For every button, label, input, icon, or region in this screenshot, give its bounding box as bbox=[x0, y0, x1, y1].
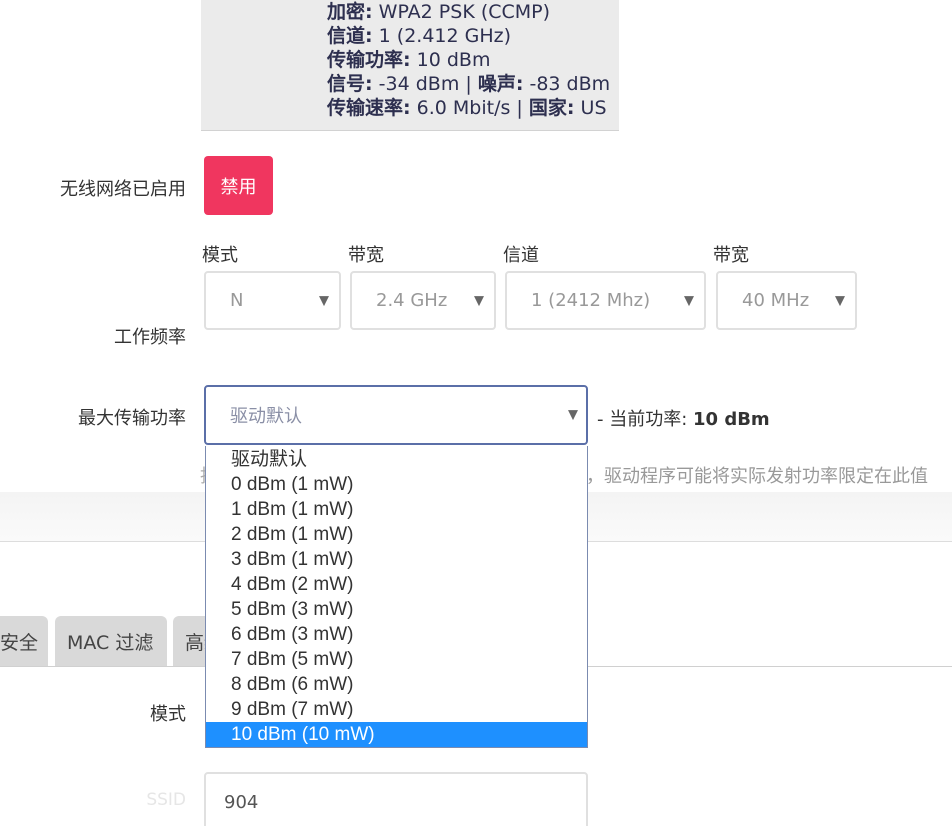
channel-select[interactable]: 1 (2412 Mhz) ▼ bbox=[505, 271, 706, 330]
chevron-down-icon: ▼ bbox=[474, 293, 484, 308]
interface-info-box: 加密: WPA2 PSK (CCMP) 信道: 1 (2.412 GHz) 传输… bbox=[201, 0, 619, 131]
max-tx-power-label: 最大传输功率 bbox=[78, 408, 186, 429]
ssid-input[interactable]: 904 bbox=[204, 772, 588, 826]
info-encryption: 加密: WPA2 PSK (CCMP) bbox=[327, 1, 551, 23]
width-select-value: 40 MHz bbox=[742, 290, 810, 311]
dropdown-option[interactable]: 4 dBm (2 mW) bbox=[206, 572, 587, 597]
tab-mac-filter[interactable]: MAC 过滤 bbox=[55, 616, 167, 666]
dropdown-option[interactable]: 驱动默认 bbox=[206, 447, 587, 472]
chevron-down-icon: ▼ bbox=[319, 293, 329, 308]
band-sublabel: 带宽 bbox=[348, 245, 384, 266]
info-tx-power: 传输功率: 10 dBm bbox=[327, 49, 491, 71]
dropdown-option[interactable]: 7 dBm (5 mW) bbox=[206, 647, 587, 672]
current-power-note: - 当前功率: 10 dBm bbox=[597, 409, 770, 430]
wireless-enabled-label: 无线网络已启用 bbox=[60, 179, 186, 200]
dropdown-option[interactable]: 1 dBm (1 mW) bbox=[206, 497, 587, 522]
channel-select-value: 1 (2412 Mhz) bbox=[531, 290, 651, 311]
dropdown-option[interactable]: 8 dBm (6 mW) bbox=[206, 672, 587, 697]
tx-power-select[interactable]: 驱动默认 ▼ bbox=[204, 385, 588, 445]
band-select[interactable]: 2.4 GHz ▼ bbox=[350, 271, 496, 330]
dropdown-option-highlighted[interactable]: 10 dBm (10 mW) bbox=[206, 722, 587, 747]
tx-power-description: ，驱动程序可能将实际发射功率限定在此值 bbox=[586, 466, 928, 487]
operating-frequency-label: 工作频率 bbox=[114, 327, 186, 348]
dropdown-option[interactable]: 3 dBm (1 mW) bbox=[206, 547, 587, 572]
tx-power-select-value: 驱动默认 bbox=[230, 406, 302, 427]
band-select-value: 2.4 GHz bbox=[376, 290, 448, 311]
info-signal-noise: 信号: -34 dBm | 噪声: -83 dBm bbox=[327, 73, 611, 95]
channel-sublabel: 信道 bbox=[503, 245, 539, 266]
width-select[interactable]: 40 MHz ▼ bbox=[716, 271, 857, 330]
dropdown-option[interactable]: 0 dBm (1 mW) bbox=[206, 472, 587, 497]
mode-select-value: N bbox=[230, 290, 244, 311]
dropdown-option[interactable]: 9 dBm (7 mW) bbox=[206, 697, 587, 722]
iface-mode-label: 模式 bbox=[150, 704, 186, 725]
tx-power-dropdown-list: 驱动默认 0 dBm (1 mW) 1 dBm (1 mW) 2 dBm (1 … bbox=[205, 446, 588, 748]
dropdown-option[interactable]: 5 dBm (3 mW) bbox=[206, 597, 587, 622]
chevron-down-icon: ▼ bbox=[684, 293, 694, 308]
ssid-label: SSID bbox=[146, 790, 186, 810]
tab-security[interactable]: 安全 bbox=[0, 616, 48, 666]
mode-select[interactable]: N ▼ bbox=[204, 271, 341, 330]
dropdown-option[interactable]: 2 dBm (1 mW) bbox=[206, 522, 587, 547]
chevron-down-icon: ▼ bbox=[835, 293, 845, 308]
width-sublabel: 带宽 bbox=[713, 245, 749, 266]
info-channel: 信道: 1 (2.412 GHz) bbox=[327, 25, 512, 47]
mode-sublabel: 模式 bbox=[202, 245, 238, 266]
info-bitrate-country: 传输速率: 6.0 Mbit/s | 国家: US bbox=[327, 97, 607, 119]
disable-button[interactable]: 禁用 bbox=[204, 156, 273, 215]
dropdown-option[interactable]: 6 dBm (3 mW) bbox=[206, 622, 587, 647]
chevron-down-icon: ▼ bbox=[568, 407, 578, 423]
